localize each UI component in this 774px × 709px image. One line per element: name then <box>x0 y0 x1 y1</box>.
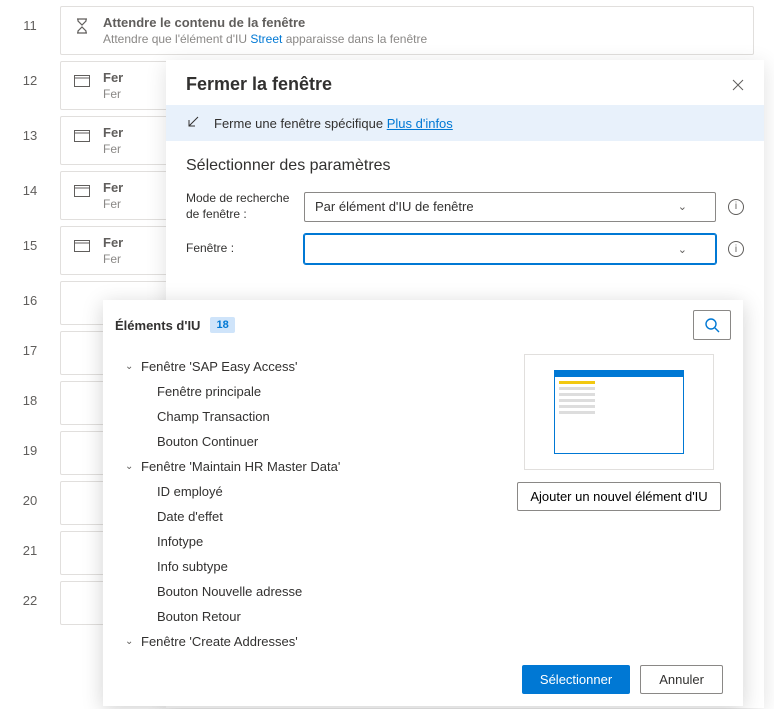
tree-child[interactable]: Bouton Nouvelle adresse <box>113 579 503 604</box>
window-icon <box>73 127 91 145</box>
ui-elements-popup: Éléments d'IU 18 ⌄ Fenêtre 'SAP Easy Acce… <box>103 300 743 706</box>
line-number: 22 <box>0 581 60 608</box>
chevron-down-icon: ⌄ <box>125 461 135 472</box>
tree-item-label: Fenêtre 'SAP Easy Access' <box>141 359 297 374</box>
section-title: Sélectionner des paramètres <box>166 141 764 185</box>
line-number: 12 <box>0 61 60 88</box>
cancel-button[interactable]: Annuler <box>640 665 723 694</box>
chevron-down-icon: ⌄ <box>678 200 687 213</box>
tree-child[interactable]: Bouton Retour <box>113 604 503 629</box>
info-icon[interactable]: i <box>728 199 744 215</box>
search-button[interactable] <box>693 310 731 340</box>
dialog-title: Fermer la fenêtre <box>186 74 332 95</box>
line-number: 11 <box>0 6 60 33</box>
tree-item-label: Bouton Continuer <box>157 434 258 449</box>
search-icon <box>704 317 720 333</box>
tree-item-label: Fenêtre 'Maintain HR Master Data' <box>141 459 340 474</box>
chevron-down-icon: ⌄ <box>125 636 135 647</box>
window-icon <box>73 182 91 200</box>
tree-item-label: Fenêtre principale <box>157 384 261 399</box>
line-number: 15 <box>0 226 60 253</box>
tree-child[interactable]: Date d'effet <box>113 504 503 529</box>
info-bar: Ferme une fenêtre spécifique Plus d'info… <box>166 105 764 141</box>
tree-item-label: Info subtype <box>157 559 228 574</box>
tree-item-label: ID employé <box>157 484 223 499</box>
tree-child[interactable]: Fenêtre principale <box>113 379 503 404</box>
chevron-down-icon: ⌄ <box>125 361 135 372</box>
tree-item-label: Bouton Nouvelle adresse <box>157 584 302 599</box>
step-title: Attendre le contenu de la fenêtre <box>103 15 427 30</box>
line-number: 20 <box>0 481 60 508</box>
tree-parent[interactable]: ⌄ Fenêtre 'Maintain HR Master Data' <box>113 454 503 479</box>
hourglass-icon <box>73 17 91 35</box>
more-info-link[interactable]: Plus d'infos <box>387 116 453 131</box>
search-mode-dropdown[interactable]: Par élément d'IU de fenêtre ⌄ <box>304 192 716 222</box>
window-icon <box>73 72 91 90</box>
line-number: 14 <box>0 171 60 198</box>
ui-element-tree[interactable]: ⌄ Fenêtre 'SAP Easy Access' Fenêtre princi… <box>103 350 503 653</box>
close-icon[interactable] <box>732 79 744 91</box>
tree-child[interactable]: Infotype <box>113 529 503 554</box>
tree-parent[interactable]: ⌄ Fenêtre 'SAP Easy Access' <box>113 354 503 379</box>
tree-item-label: Infotype <box>157 534 203 549</box>
step-subtitle: Attendre que l'élément d'IU Street appar… <box>103 32 427 46</box>
param-label-window: Fenêtre : <box>186 241 292 257</box>
select-button[interactable]: Sélectionner <box>522 665 630 694</box>
window-dropdown[interactable]: ⌄ <box>304 234 716 264</box>
line-number: 21 <box>0 531 60 558</box>
element-preview <box>524 354 714 470</box>
line-number: 19 <box>0 431 60 458</box>
tree-child[interactable]: Info subtype <box>113 554 503 579</box>
arrow-down-left-icon <box>186 115 202 131</box>
tree-item-label: Champ Transaction <box>157 409 270 424</box>
count-badge: 18 <box>210 317 234 333</box>
param-label-search-mode: Mode de recherche de fenêtre : <box>186 191 292 222</box>
add-ui-element-button[interactable]: Ajouter un nouvel élément d'IU <box>517 482 720 511</box>
tree-item-label: Date d'effet <box>157 509 223 524</box>
line-number: 18 <box>0 381 60 408</box>
chevron-down-icon: ⌄ <box>678 243 687 256</box>
info-icon[interactable]: i <box>728 241 744 257</box>
tree-item-label: Bouton Retour <box>157 609 241 624</box>
tree-parent[interactable]: ⌄ Fenêtre 'Create Addresses' <box>113 629 503 653</box>
popup-title: Éléments d'IU <box>115 318 200 333</box>
tree-child[interactable]: Bouton Continuer <box>113 429 503 454</box>
tree-child[interactable]: ID employé <box>113 479 503 504</box>
tree-item-label: Fenêtre 'Create Addresses' <box>141 634 298 649</box>
window-icon <box>73 237 91 255</box>
line-number: 17 <box>0 331 60 358</box>
line-number: 16 <box>0 281 60 308</box>
flow-step-wait[interactable]: Attendre le contenu de la fenêtre Attend… <box>60 6 754 55</box>
line-number: 13 <box>0 116 60 143</box>
tree-child[interactable]: Champ Transaction <box>113 404 503 429</box>
